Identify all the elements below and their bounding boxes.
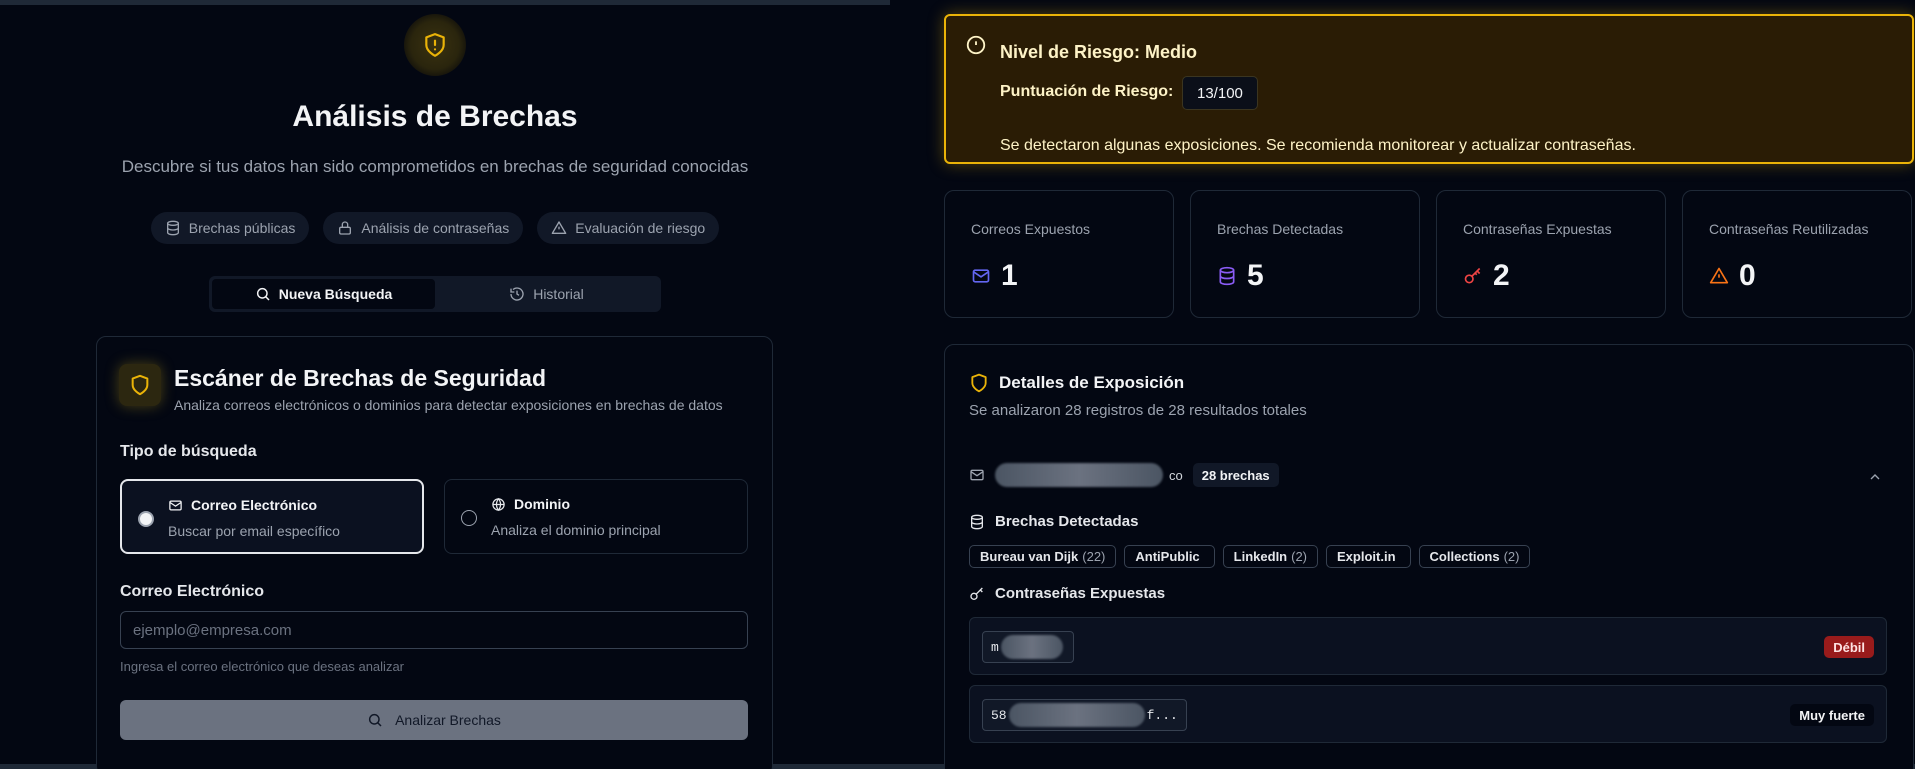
breach-tag-list: Bureau van Dijk (22) AntiPublic LinkedIn(…	[969, 545, 1531, 568]
key-icon	[970, 587, 983, 600]
chip-password-analysis: Análisis de contraseñas	[323, 212, 524, 244]
mail-icon	[970, 469, 984, 481]
shield-alert-icon	[404, 14, 466, 76]
risk-score-badge: 13/100	[1182, 76, 1258, 110]
tab-history[interactable]: Historial	[435, 279, 658, 309]
chip-label: Análisis de contraseñas	[361, 220, 510, 236]
button-label: Analizar Brechas	[395, 712, 501, 728]
chip-label: Evaluación de riesgo	[575, 220, 706, 236]
option-title: Dominio	[514, 496, 570, 512]
database-icon	[1219, 266, 1235, 286]
risk-level-title: Nivel de Riesgo: Medio	[1000, 42, 1198, 62]
stat-label: Contraseñas Reutilizadas	[1709, 221, 1869, 237]
exposed-password-row: 58 f... Muy fuerte	[969, 685, 1887, 743]
breach-count-badge: 28 brechas	[1192, 463, 1279, 487]
strength-badge: Débil	[1824, 636, 1874, 658]
option-email[interactable]: Correo Electrónico Buscar por email espe…	[120, 479, 424, 554]
search-tabs: Nueva Búsqueda Historial	[209, 276, 661, 312]
breach-tag: Collections (2)	[1418, 545, 1531, 568]
stat-value: 0	[1739, 259, 1756, 292]
risk-message: Se detectaron algunas exposiciones. Se r…	[1000, 137, 1636, 154]
chip-risk-evaluation: Evaluación de riesgo	[537, 212, 720, 244]
stat-value: 2	[1493, 259, 1510, 292]
stat-value: 1	[1001, 259, 1018, 292]
stat-label: Brechas Detectadas	[1217, 221, 1344, 237]
breach-tag: LinkedIn (2)	[1222, 545, 1319, 568]
page-subtitle: Descubre si tus datos han sido compromet…	[121, 157, 749, 176]
breach-tag: Exploit.in	[1326, 545, 1411, 568]
stat-value: 5	[1247, 259, 1264, 292]
passwords-heading: Contraseñas Expuestas	[995, 585, 1166, 602]
stat-exposed-emails: Correos Expuestos 1	[944, 190, 1174, 318]
scanner-description: Analiza correos electrónicos o dominios …	[174, 397, 723, 413]
scanner-title: Escáner de Brechas de Seguridad	[174, 365, 546, 391]
mail-icon	[972, 269, 990, 283]
stat-exposed-passwords: Contraseñas Expuestas 2	[1436, 190, 1666, 318]
shield-icon	[119, 364, 161, 406]
tab-label: Historial	[533, 286, 584, 302]
radio-email[interactable]	[138, 511, 154, 527]
option-subtitle: Buscar por email específico	[168, 523, 340, 539]
strength-badge: Muy fuerte	[1790, 704, 1874, 726]
redacted-password: m	[982, 631, 1074, 663]
risk-level-alert: Nivel de Riesgo: Medio Puntuación de Rie…	[944, 14, 1914, 164]
breach-analysis-panel: Análisis de Brechas Descubre si tus dato…	[0, 0, 870, 769]
warning-icon	[1709, 267, 1729, 284]
option-title: Correo Electrónico	[191, 497, 318, 513]
email-suffix: co	[1169, 467, 1183, 483]
exposed-password-row: m Débil	[969, 617, 1887, 675]
globe-icon	[492, 497, 505, 511]
database-icon	[971, 514, 983, 529]
option-subtitle: Analiza el dominio principal	[491, 522, 661, 538]
page-title: Análisis de Brechas	[292, 100, 578, 133]
key-icon	[1464, 267, 1481, 284]
details-subtitle: Se analizaron 28 registros de 28 resulta…	[969, 402, 1307, 419]
stat-label: Correos Expuestos	[971, 221, 1091, 237]
breach-tag: Bureau van Dijk (22)	[969, 545, 1117, 568]
redacted-email	[995, 463, 1163, 487]
alert-circle-icon	[966, 35, 986, 55]
option-domain[interactable]: Dominio Analiza el dominio principal	[444, 479, 748, 554]
lock-icon	[339, 221, 352, 235]
email-helper-text: Ingresa el correo electrónico que deseas…	[120, 659, 405, 674]
tab-label: Nueva Búsqueda	[278, 286, 393, 302]
breach-tag: AntiPublic	[1124, 545, 1215, 568]
scanner-card: Escáner de Brechas de Seguridad Analiza …	[96, 336, 773, 769]
exposed-email-row[interactable]: co 28 brechas	[969, 463, 1279, 487]
chip-label: Brechas públicas	[188, 220, 296, 236]
breaches-heading: Brechas Detectadas	[995, 513, 1139, 530]
exposure-details-card: Detalles de Exposición Se analizaron 28 …	[944, 344, 1914, 769]
details-title: Detalles de Exposición	[999, 373, 1185, 392]
risk-score-label: Puntuación de Riesgo:	[1000, 83, 1174, 100]
email-input[interactable]	[120, 611, 748, 649]
email-field-label: Correo Electrónico	[120, 583, 265, 600]
chevron-up-icon[interactable]	[1867, 469, 1883, 485]
analyze-breaches-button[interactable]: Analizar Brechas	[120, 700, 748, 740]
stat-detected-breaches: Brechas Detectadas 5	[1190, 190, 1420, 318]
database-icon	[166, 220, 179, 236]
results-panel: Nivel de Riesgo: Medio Puntuación de Rie…	[942, 0, 1915, 769]
feature-chips: Brechas públicas Análisis de contraseñas…	[0, 212, 870, 244]
stat-reused-passwords: Contraseñas Reutilizadas 0	[1682, 190, 1912, 318]
tab-new-search[interactable]: Nueva Búsqueda	[212, 279, 435, 309]
chip-public-breaches: Brechas públicas	[150, 212, 310, 244]
history-icon	[510, 287, 524, 301]
stat-label: Contraseñas Expuestas	[1463, 221, 1612, 237]
radio-domain[interactable]	[461, 510, 477, 526]
redacted-password: 58 f...	[982, 699, 1187, 731]
mail-icon	[169, 500, 182, 510]
search-icon	[256, 287, 270, 301]
warning-icon	[551, 221, 567, 234]
search-type-label: Tipo de búsqueda	[120, 443, 257, 460]
shield-icon	[971, 373, 987, 393]
search-icon	[369, 713, 382, 727]
